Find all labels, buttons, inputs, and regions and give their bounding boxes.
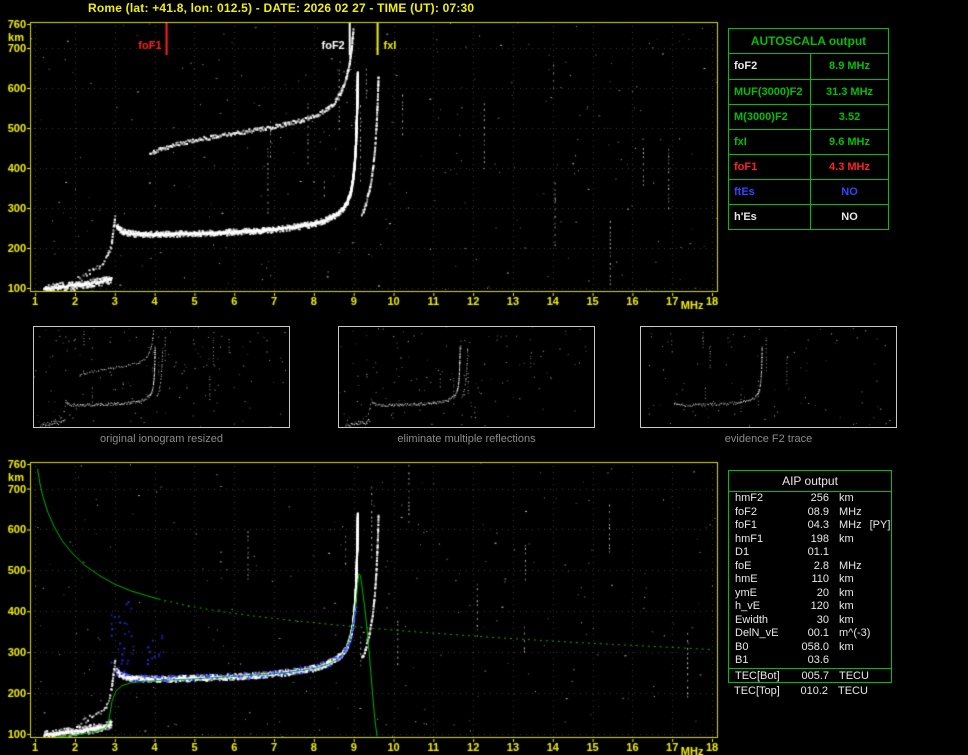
aip-value-tec-bot: 005.7 bbox=[801, 669, 829, 682]
autoscala-value-foF2: 8.9 MHz bbox=[829, 60, 870, 72]
autoscala-row-M3000F2: M(3000)F2 3.52 bbox=[729, 104, 888, 129]
autoscala-param-foF1: foF1 bbox=[729, 155, 811, 179]
aip-output-title: AIP output bbox=[729, 471, 891, 492]
aip-row-Ewidth: Ewidth 30 km bbox=[735, 613, 854, 626]
autoscala-row-fxI: fxI 9.6 MHz bbox=[729, 129, 888, 154]
autoscala-param-hEs: h'Es bbox=[729, 205, 811, 229]
thumbnail-caption-eliminate-reflections: eliminate multiple reflections bbox=[397, 433, 536, 445]
page-title: Rome (lat: +41.8, lon: 012.5) - DATE: 20… bbox=[88, 1, 475, 15]
aip-row-hmE: hmE 110 km bbox=[735, 573, 854, 585]
aip-output-table: AIP output hmF2 256 km foF2 08.9 MHz foF1 04.3 M… bbox=[728, 470, 892, 683]
autoscala-row-ftEs: ftEs NO bbox=[729, 179, 888, 204]
aip-param-tec-top: TEC[Top] bbox=[734, 685, 780, 697]
aip-unit-tec-top: TECU bbox=[838, 685, 868, 697]
thumbnail-eliminate-reflections bbox=[338, 326, 595, 428]
autoscala-value-M3000F2: 3.52 bbox=[838, 111, 861, 123]
ionogram-top-canvas bbox=[0, 16, 730, 311]
autoscala-value-MUF3000F2: 31.3 MHz bbox=[825, 86, 874, 98]
thumbnail-original-canvas bbox=[34, 327, 289, 427]
autoscala-param-fxI: fxI bbox=[729, 130, 811, 154]
aip-row-foE: foE 2.8 MHz bbox=[735, 559, 862, 572]
aip-row-foF2: foF2 08.9 MHz bbox=[735, 505, 862, 518]
aip-value-tec-top: 010.2 bbox=[800, 685, 828, 697]
thumbnail-eliminate-reflections-canvas bbox=[339, 327, 594, 427]
autoscala-value-ftEs: NO bbox=[841, 186, 858, 198]
autoscala-row-MUF3000F2: MUF(3000)F2 31.3 MHz bbox=[729, 79, 888, 104]
autoscala-param-MUF3000F2: MUF(3000)F2 bbox=[729, 80, 811, 104]
autoscala-row-hEs: h'Es NO bbox=[729, 204, 888, 229]
autoscala-param-M3000F2: M(3000)F2 bbox=[729, 105, 811, 129]
aip-row-hmF2: hmF2 256 km bbox=[735, 492, 854, 504]
aip-row-h_vE: h_vE 120 km bbox=[735, 600, 854, 612]
aip-rows: hmF2 256 km foF2 08.9 MHz foF1 04.3 MHz [PY] hmF1 1… bbox=[729, 492, 891, 668]
aip-row-ymE: ymE 20 km bbox=[735, 586, 854, 599]
aip-unit-tec-bot: TECU bbox=[839, 669, 869, 682]
autoscala-row-foF1: foF1 4.3 MHz bbox=[729, 154, 888, 179]
autoscala-rows: foF2 8.9 MHz MUF(3000)F2 31.3 MHz M(3000)F2 3… bbox=[729, 54, 888, 229]
thumbnail-evidence-f2 bbox=[640, 326, 897, 428]
autoscala-output-title: AUTOSCALA output bbox=[729, 29, 888, 54]
thumbnail-caption-original: original ionogram resized bbox=[100, 433, 223, 445]
autoscala-output-table: AUTOSCALA output foF2 8.9 MHz MUF(3000)F2 3… bbox=[728, 28, 889, 230]
autoscala-value-hEs: NO bbox=[841, 211, 858, 223]
autoscala-row-foF2: foF2 8.9 MHz bbox=[729, 54, 888, 79]
aip-row-D1: D1 01.1 bbox=[735, 546, 829, 558]
ionogram-bottom-canvas bbox=[0, 456, 730, 755]
autoscala-value-fxI: 9.6 MHz bbox=[829, 136, 870, 148]
aip-row-tec-bot: TEC[Bot] 005.7 TECU bbox=[729, 667, 891, 682]
aip-param-tec-bot: TEC[Bot] bbox=[735, 669, 780, 682]
thumbnail-original-ionogram bbox=[33, 326, 290, 428]
aip-row-foF1: foF1 04.3 MHz [PY] bbox=[735, 519, 891, 531]
autoscala-param-foF2: foF2 bbox=[729, 54, 811, 79]
aip-row-B1: B1 03.6 bbox=[735, 654, 829, 666]
thumbnail-caption-evidence-f2: evidence F2 trace bbox=[724, 433, 813, 445]
aip-row-DelN_vE: DelN_vE 00.1 m^(-3) bbox=[735, 627, 871, 639]
aip-row-hmF1: hmF1 198 km bbox=[735, 532, 854, 545]
aip-row-B0: B0 058.0 km bbox=[735, 640, 854, 653]
autoscala-value-foF1: 4.3 MHz bbox=[829, 161, 870, 173]
autoscala-param-ftEs: ftEs bbox=[729, 180, 811, 204]
thumbnail-evidence-f2-canvas bbox=[641, 327, 896, 427]
aip-row-tec-top: TEC[Top] 010.2 TECU bbox=[728, 684, 892, 698]
